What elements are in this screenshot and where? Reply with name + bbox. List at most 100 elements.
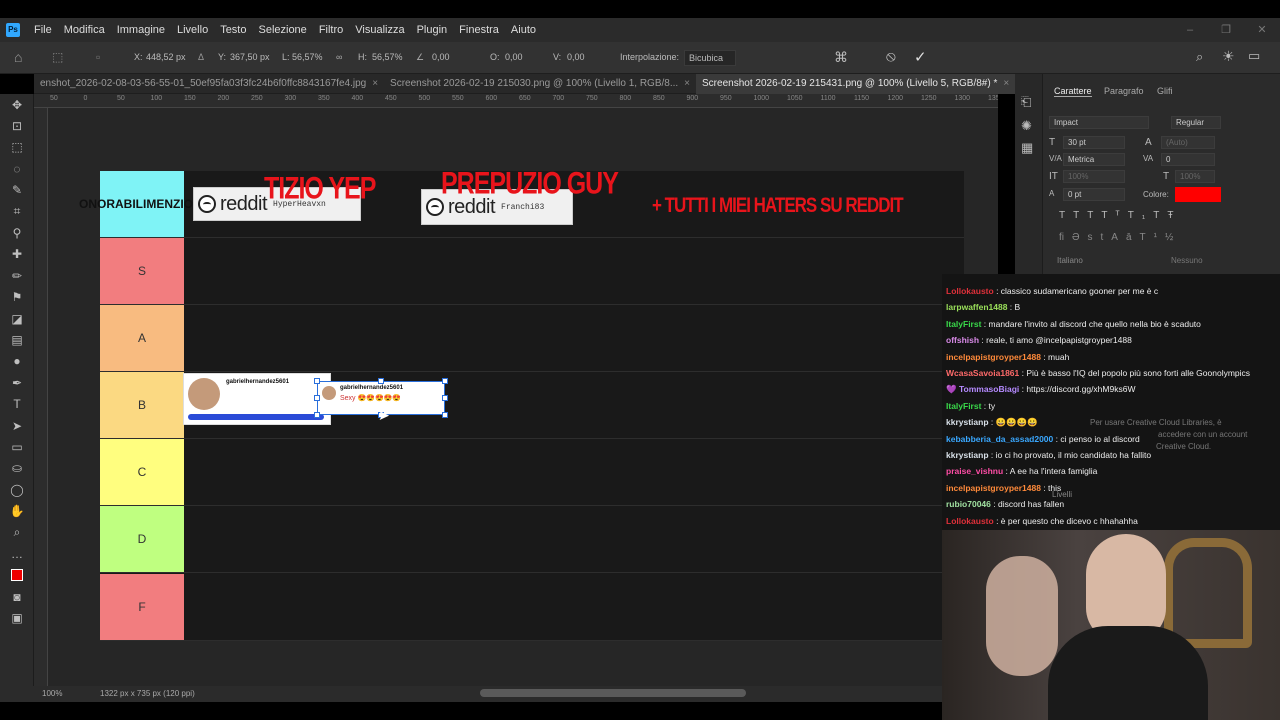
pen-tool-icon[interactable]: ✒ — [0, 372, 34, 393]
marquee-tool-icon[interactable]: ⬚ — [0, 137, 34, 158]
menu-file[interactable]: File — [28, 24, 58, 36]
vertical-scale-field[interactable]: 100% — [1063, 170, 1125, 183]
ruler-number: 50 — [50, 95, 58, 102]
transform-handle[interactable] — [314, 378, 320, 384]
baseline-field[interactable]: 0 pt — [1063, 188, 1125, 201]
mention-title-2: PREPUZIO GUY — [441, 166, 619, 201]
zoom-level[interactable]: 100% — [42, 689, 62, 698]
text-color-swatch[interactable] — [1175, 187, 1221, 202]
brush-tool-icon[interactable]: ✏ — [0, 265, 34, 286]
artboard-tool-icon[interactable]: ⊡ — [0, 115, 34, 136]
menu-livello[interactable]: Livello — [171, 24, 214, 36]
menu-immagine[interactable]: Immagine — [111, 24, 171, 36]
y-field[interactable]: 367,50 px — [230, 52, 270, 62]
link-icon[interactable]: ∞ — [336, 52, 342, 62]
tab-paragrafo[interactable]: Paragrafo — [1104, 86, 1144, 96]
font-style-select[interactable]: Regular — [1171, 116, 1221, 129]
tierlist-document[interactable]: ONORABILI MENZIONI reddit HyperHeavxn TIZ… — [79, 166, 964, 641]
v-skew-field[interactable]: 0,00 — [567, 52, 585, 62]
tab-label: Screenshot 2026-02-19 215431.png @ 100% … — [702, 77, 998, 89]
tab-document-3[interactable]: Screenshot 2026-02-19 215431.png @ 100% … — [696, 73, 1016, 94]
horizontal-scale-field[interactable]: 100% — [1175, 170, 1215, 183]
color-wheel-icon[interactable]: ✺ — [1021, 118, 1032, 134]
color-swatches-icon[interactable] — [0, 565, 34, 586]
x-field[interactable]: 448,52 px — [146, 52, 186, 62]
close-icon[interactable]: × — [372, 78, 378, 89]
eraser-tool-icon[interactable]: ◪ — [0, 308, 34, 329]
menu-plugin[interactable]: Plugin — [411, 24, 454, 36]
text-style-buttons[interactable]: TTTTᵀT₁TŦ — [1059, 210, 1181, 221]
transform-handle[interactable] — [378, 378, 384, 384]
type-tool-icon[interactable]: T — [0, 393, 34, 414]
interpolation-select[interactable]: Bicubica — [684, 50, 736, 66]
transform-handle[interactable] — [442, 412, 448, 418]
reference-point-icon[interactable]: ▫ — [96, 50, 100, 64]
close-icon[interactable]: × — [684, 78, 690, 89]
hand-tool-icon[interactable]: ✋ — [0, 500, 34, 521]
h-field[interactable]: 56,57% — [372, 52, 403, 62]
w-field[interactable]: 56,57% — [292, 52, 323, 62]
healing-tool-icon[interactable]: ✚ — [0, 244, 34, 265]
close-window-button[interactable]: ✕ — [1244, 18, 1280, 42]
tracking-field[interactable]: 0 — [1161, 153, 1215, 166]
history-icon[interactable]: ⎗ — [1021, 94, 1031, 110]
tab-carattere[interactable]: Carattere — [1054, 86, 1092, 97]
opentype-buttons[interactable]: ﬁƏstAāT¹½ — [1059, 232, 1181, 243]
dodge-tool-icon[interactable]: ● — [0, 351, 34, 372]
leading-field[interactable]: (Auto) — [1161, 136, 1215, 149]
kerning-field[interactable]: Metrica — [1063, 153, 1125, 166]
gradient-tool-icon[interactable]: ▤ — [0, 329, 34, 350]
h-label: H: — [358, 52, 367, 62]
menu-modifica[interactable]: Modifica — [58, 24, 111, 36]
menu-filtro[interactable]: Filtro — [313, 24, 349, 36]
commit-checkmark-icon[interactable]: ✓ — [914, 48, 927, 66]
transform-handle[interactable] — [442, 395, 448, 401]
home-icon[interactable]: ⌂ — [14, 49, 22, 65]
transform-handle[interactable] — [314, 412, 320, 418]
quick-mask-icon[interactable]: ◙ — [0, 586, 34, 607]
language-select[interactable]: Italiano — [1057, 256, 1083, 265]
grid-icon[interactable]: ▦ — [1021, 140, 1033, 156]
paint-bucket-icon[interactable]: ⛀ — [0, 458, 34, 479]
tab-glifi[interactable]: Glifi — [1157, 86, 1173, 96]
transform-handle[interactable] — [442, 378, 448, 384]
chat-message: offshish : reale, ti amo @incelpapistgro… — [946, 335, 1132, 345]
zoom-tool-icon[interactable]: ⌕ — [0, 522, 34, 543]
tab-document-1[interactable]: enshot_2026-02-08-03-56-55-01_50ef95fa03… — [34, 74, 384, 94]
cancel-icon[interactable]: ⦸ — [886, 48, 896, 65]
angle-field[interactable]: 0,00 — [432, 52, 450, 62]
eyedropper-tool-icon[interactable]: ⚲ — [0, 222, 34, 243]
menu-selezione[interactable]: Selezione — [252, 24, 312, 36]
maximize-button[interactable]: ❐ — [1208, 18, 1244, 42]
transform-handle[interactable] — [314, 395, 320, 401]
antialias-select[interactable]: Nessuno — [1171, 256, 1203, 265]
document-info[interactable]: 1322 px x 735 px (120 ppi) — [100, 689, 195, 698]
move-tool-icon[interactable]: ✥ — [0, 94, 34, 115]
sun-icon[interactable]: ☀ — [1222, 48, 1235, 65]
horizontal-scrollbar[interactable] — [480, 689, 746, 697]
rectangle-tool-icon[interactable]: ▭ — [0, 436, 34, 457]
close-icon[interactable]: × — [1003, 78, 1009, 89]
workspace-icon[interactable]: ▭ — [1248, 48, 1260, 64]
ellipse-tool-icon[interactable]: ◯ — [0, 479, 34, 500]
menu-aiuto[interactable]: Aiuto — [505, 24, 542, 36]
menu-visualizza[interactable]: Visualizza — [349, 24, 410, 36]
minimize-button[interactable]: – — [1172, 18, 1208, 42]
warp-icon[interactable]: ⌘ — [834, 49, 848, 66]
lasso-tool-icon[interactable]: ◌ — [0, 158, 34, 179]
search-icon[interactable]: ⌕ — [1196, 49, 1203, 65]
menu-testo[interactable]: Testo — [214, 24, 252, 36]
more-tools-icon[interactable]: … — [0, 543, 34, 564]
stamp-tool-icon[interactable]: ⚑ — [0, 287, 34, 308]
font-family-select[interactable]: Impact — [1049, 116, 1149, 129]
font-size-field[interactable]: 30 pt — [1063, 136, 1125, 149]
h-skew-field[interactable]: 0,00 — [505, 52, 523, 62]
tab-document-2[interactable]: Screenshot 2026-02-19 215030.png @ 100% … — [384, 74, 696, 94]
path-select-tool-icon[interactable]: ➤ — [0, 415, 34, 436]
crop-tool-icon[interactable]: ⌗ — [0, 201, 34, 222]
tab-label: Screenshot 2026-02-19 215030.png @ 100% … — [390, 77, 679, 89]
reddit-profile-card[interactable]: gabrielhernandez5601 — [183, 373, 331, 425]
quick-select-tool-icon[interactable]: ✎ — [0, 180, 34, 201]
menu-finestra[interactable]: Finestra — [453, 24, 505, 36]
screen-mode-icon[interactable]: ▣ — [0, 607, 34, 628]
